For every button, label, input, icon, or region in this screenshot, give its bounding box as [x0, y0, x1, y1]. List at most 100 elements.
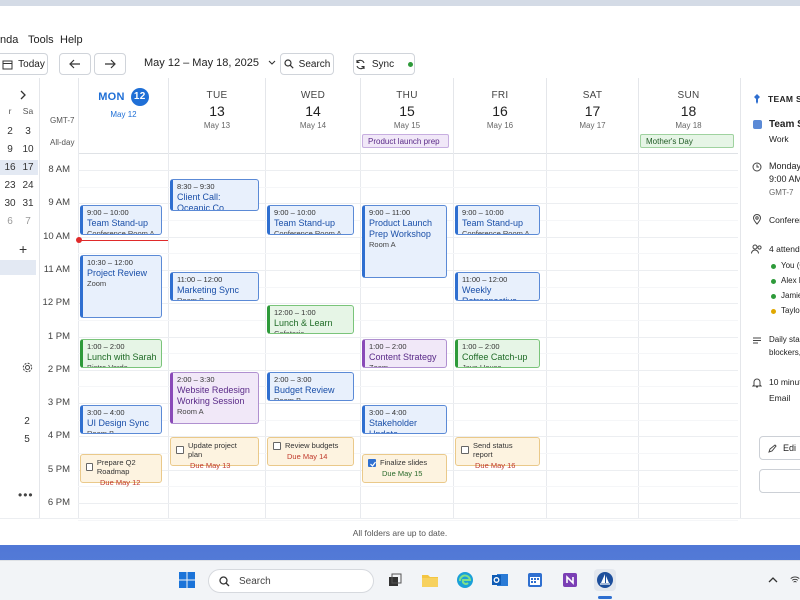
clock-icon — [752, 162, 762, 172]
event-location: Conference Room A — [462, 229, 530, 235]
folder-icon — [422, 574, 438, 587]
day-header-tue[interactable]: TUE 13 May 13 — [168, 78, 265, 130]
taskbar-search[interactable]: Search — [208, 569, 374, 593]
task-view-button[interactable] — [384, 569, 406, 591]
calendar-event[interactable]: 1:00 – 2:00 Content Strategy Zoom — [362, 338, 447, 368]
onenote-button[interactable] — [559, 569, 581, 591]
menu-help[interactable]: Help — [60, 34, 83, 46]
event-title: Team Stand-up — [274, 218, 336, 229]
task-checkbox-checked[interactable] — [368, 458, 376, 467]
mini-cal-day[interactable]: 24 — [18, 178, 38, 193]
selected-calendar-row[interactable] — [0, 260, 36, 275]
mini-cal-day[interactable]: 16 — [0, 160, 20, 175]
event-time: 11:00 – 12:00 — [177, 274, 223, 284]
calendar-event[interactable]: 11:00 – 12:00 Marketing Sync Room B — [170, 271, 259, 302]
secondary-action-button[interactable] — [759, 469, 800, 493]
detail-event-title: Team St — [769, 119, 800, 130]
mini-cal-day[interactable]: 31 — [18, 196, 38, 211]
more-options-icon[interactable]: ••• — [18, 488, 34, 502]
task-checkbox[interactable] — [176, 446, 184, 455]
mini-cal-day[interactable]: 30 — [0, 196, 20, 211]
day-column[interactable] — [638, 130, 738, 518]
date-range-picker[interactable]: May 12 – May 18, 2025 — [144, 57, 276, 69]
detail-calendar-name: Work — [769, 134, 789, 144]
search-button[interactable]: Search — [280, 53, 334, 75]
calendar-event[interactable]: 3:00 – 4:00 UI Design Sync Room B — [80, 405, 162, 435]
day-header-fri[interactable]: FRI 16 May 16 — [453, 78, 546, 130]
task-title: Finalize slides — [380, 458, 428, 468]
day-header-sat[interactable]: SAT 17 May 17 — [546, 78, 638, 130]
tray-overflow-button[interactable] — [762, 569, 784, 591]
sync-label: Sync — [371, 58, 395, 70]
next-week-button[interactable] — [94, 53, 126, 75]
day-column[interactable] — [546, 130, 638, 518]
task-item[interactable]: Send status report Due May 16 — [455, 437, 540, 470]
detail-date: Monday, — [769, 161, 800, 171]
day-header-mon[interactable]: MON 12 May 12 — [78, 78, 168, 130]
calendar-event[interactable]: 12:00 – 1:00 Lunch & Learn Cafeteria — [267, 305, 354, 335]
mini-cal-day[interactable]: 9 — [0, 142, 20, 157]
event-title: Budget Review — [274, 384, 335, 395]
chevron-right-icon[interactable] — [19, 90, 27, 100]
task-checkbox[interactable] — [461, 446, 469, 455]
calendar-event[interactable]: 10:30 – 12:00 Project Review Zoom — [80, 255, 162, 318]
gear-icon[interactable] — [22, 362, 33, 373]
active-app-button[interactable] — [594, 569, 616, 591]
calendar-event[interactable]: 9:00 – 10:00 Team Stand-up Conference Ro… — [455, 205, 540, 235]
calendar-event[interactable]: 1:00 – 2:00 Coffee Catch-up Java House — [455, 338, 540, 368]
hour-label: 9 AM — [48, 197, 70, 209]
edit-button[interactable]: Edi — [759, 436, 800, 460]
outlook-button[interactable] — [489, 569, 511, 591]
start-button[interactable] — [176, 569, 198, 591]
task-checkbox[interactable] — [273, 441, 281, 450]
day-number-today: 12 — [130, 88, 149, 106]
file-explorer-button[interactable] — [419, 569, 441, 591]
event-location: Bistro Verde — [87, 362, 128, 368]
event-time: 9:00 – 10:00 — [462, 208, 504, 218]
calendar-event[interactable]: 9:00 – 11:00 Product Launch Prep Worksho… — [362, 205, 447, 278]
edit-label: Edi — [783, 443, 797, 453]
mini-cal-day[interactable]: 7 — [18, 214, 38, 229]
mini-cal-day[interactable]: 23 — [0, 178, 20, 193]
mini-cal-day[interactable]: 2 — [0, 124, 20, 139]
calendar-event[interactable]: 2:00 – 3:00 Budget Review Room B — [267, 371, 354, 402]
previous-week-button[interactable] — [59, 53, 91, 75]
calendar-event[interactable]: 1:00 – 2:00 Lunch with Sarah Bistro Verd… — [80, 338, 162, 368]
mini-cal-day[interactable]: 6 — [0, 214, 20, 229]
calendar-event[interactable]: 8:30 – 9:30 Client Call: Oceanic Co. Zoo… — [170, 178, 259, 212]
task-checkbox[interactable] — [86, 463, 93, 472]
day-header-sun[interactable]: SUN 18 May 18 — [638, 78, 738, 130]
day-header-thu[interactable]: THU 15 May 15 — [360, 78, 453, 130]
task-item[interactable]: Prepare Q2 Roadmap Due May 12 — [80, 454, 162, 487]
task-item[interactable]: Update project plan Due May 13 — [170, 437, 259, 470]
event-location: Conference Room A — [87, 229, 155, 235]
sync-button[interactable]: Sync — [353, 53, 415, 75]
mini-cal-day[interactable]: 3 — [18, 124, 38, 139]
hour-line — [78, 369, 738, 371]
all-day-event[interactable]: Product launch prep — [362, 134, 449, 148]
task-item[interactable]: Review budgets Due May 14 — [267, 437, 354, 467]
rail-number[interactable]: 2 — [17, 416, 37, 427]
hour-label: 2 PM — [47, 363, 70, 375]
calendar-event[interactable]: 11:00 – 12:00 Weekly Retrospective Room … — [455, 271, 540, 302]
calendar-event[interactable]: 2:00 – 3:30 Website Redesign Working Ses… — [170, 371, 259, 425]
task-item[interactable]: Finalize slides Due May 15 — [362, 454, 447, 484]
hour-label: 12 PM — [42, 297, 70, 309]
mini-cal-day[interactable]: 17 — [18, 160, 38, 175]
edge-browser-button[interactable] — [454, 569, 476, 591]
wifi-button[interactable] — [790, 569, 800, 591]
event-title: Client Call: Oceanic Co. — [177, 191, 227, 212]
rail-number[interactable]: 5 — [17, 434, 37, 445]
calendar-app-button[interactable] — [524, 569, 546, 591]
add-calendar-icon[interactable]: + — [19, 241, 27, 257]
mini-cal-day[interactable]: 10 — [18, 142, 38, 157]
day-number: 17 — [584, 103, 601, 119]
menu-agenda[interactable]: nda — [0, 34, 18, 46]
calendar-event[interactable]: 3:00 – 4:00 Stakeholder Update Zoom — [362, 405, 447, 435]
today-button[interactable]: Today — [0, 53, 48, 75]
menu-tools[interactable]: Tools — [28, 34, 54, 46]
calendar-event[interactable]: 9:00 – 10:00 Team Stand-up Conference Ro… — [80, 205, 162, 235]
day-header-wed[interactable]: WED 14 May 14 — [265, 78, 360, 130]
calendar-event[interactable]: 9:00 – 10:00 Team Stand-up Conference Ro… — [267, 205, 354, 235]
all-day-event[interactable]: Mother's Day — [640, 134, 734, 148]
